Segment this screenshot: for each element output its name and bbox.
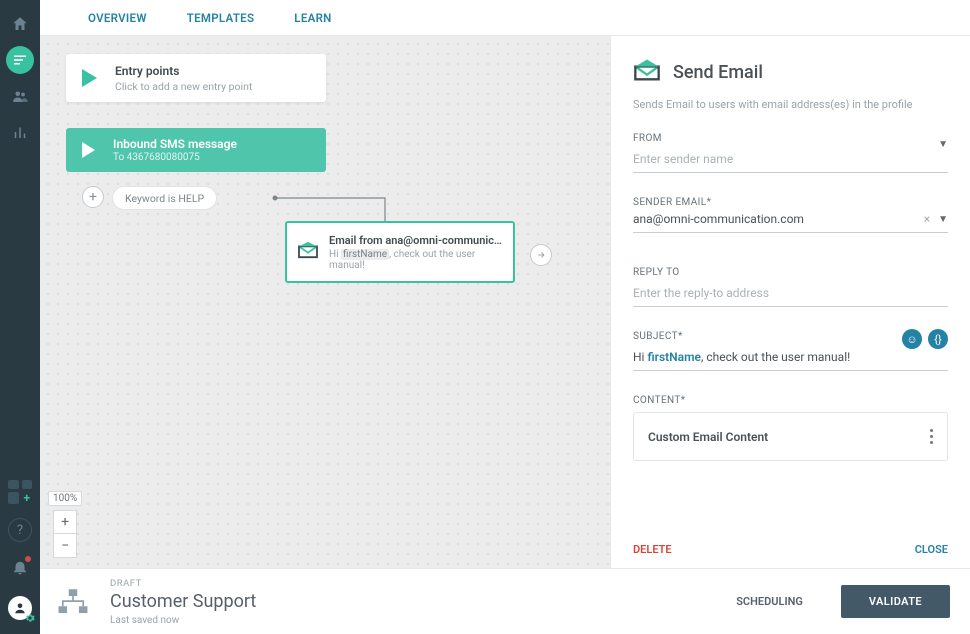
from-input[interactable] (633, 148, 948, 173)
tab-templates[interactable]: TEMPLATES (187, 11, 255, 25)
notifications-icon[interactable] (11, 558, 29, 580)
email-node-title: Email from ana@omni-communic… (329, 234, 503, 247)
zoom-percent: 100% (48, 491, 82, 506)
validate-button[interactable]: VALIDATE (841, 585, 950, 618)
apps-grid-icon[interactable]: + (8, 480, 32, 504)
nav-analytics-icon[interactable] (6, 118, 34, 146)
subject-input[interactable]: Hi firstName, check out the user manual! (633, 346, 948, 371)
sms-title: Inbound SMS message (113, 137, 237, 151)
tab-overview[interactable]: OVERVIEW (88, 11, 147, 25)
zoom-controls: 100% + − (48, 491, 82, 558)
sender-email-value: ana@omni-communication.com (633, 212, 916, 226)
status-draft: DRAFT (110, 578, 716, 589)
help-icon[interactable]: ? (8, 518, 32, 542)
entry-subtitle: Click to add a new entry point (115, 80, 252, 93)
chevron-down-icon[interactable]: ▼ (938, 214, 948, 225)
content-label: CONTENT* (633, 395, 948, 406)
inbound-sms-card[interactable]: Inbound SMS message To 4367680080075 (66, 128, 326, 172)
play-icon (82, 69, 97, 87)
footer-bar: DRAFT Customer Support Last saved now SC… (40, 568, 970, 634)
envelope-icon (633, 58, 661, 86)
flow-title[interactable]: Customer Support (110, 591, 716, 612)
add-branch-button[interactable]: + (82, 186, 104, 208)
panel-title: Send Email (673, 62, 763, 83)
clear-icon[interactable]: × (924, 212, 930, 226)
nav-home-icon[interactable] (6, 10, 34, 38)
last-saved: Last saved now (110, 615, 716, 626)
top-tabs: OVERVIEW TEMPLATES LEARN (40, 0, 970, 36)
email-node[interactable]: Email from ana@omni-communic… Hi firstNa… (285, 221, 515, 283)
nav-flow-icon[interactable] (6, 46, 34, 74)
sender-email-label: SENDER EMAIL* (633, 197, 948, 208)
envelope-icon (297, 241, 319, 263)
nav-people-icon[interactable] (6, 82, 34, 110)
reply-to-input[interactable] (633, 282, 948, 307)
tab-learn[interactable]: LEARN (294, 11, 331, 25)
delete-button[interactable]: DELETE (633, 543, 672, 556)
more-icon[interactable] (930, 429, 933, 444)
side-panel: Send Email Sends Email to users with ema… (610, 36, 970, 568)
zoom-out-button[interactable]: − (53, 534, 77, 558)
email-node-preview: Hi firstName, check out the user manual! (329, 249, 503, 271)
reply-to-label: REPLY TO (633, 267, 948, 278)
entry-point-card[interactable]: Entry points Click to add a new entry po… (66, 54, 326, 102)
flow-canvas[interactable]: Entry points Click to add a new entry po… (40, 36, 610, 568)
content-editor[interactable]: Custom Email Content (633, 412, 948, 461)
entry-title: Entry points (115, 64, 252, 78)
emoji-icon[interactable]: ☺ (902, 329, 922, 349)
scheduling-button[interactable]: SCHEDULING (736, 595, 803, 608)
placeholder-icon[interactable]: {} (928, 329, 948, 349)
chevron-down-icon[interactable]: ▼ (938, 139, 948, 150)
sms-subtitle: To 4367680080075 (113, 152, 237, 163)
nav-rail: + ? (0, 0, 40, 634)
panel-description: Sends Email to users with email address(… (633, 98, 948, 111)
next-step-button[interactable] (530, 244, 552, 266)
subject-label: SUBJECT* (633, 331, 948, 342)
from-label: FROM (633, 133, 948, 144)
play-icon (82, 142, 95, 158)
close-button[interactable]: CLOSE (915, 543, 948, 556)
keyword-chip[interactable]: Keyword is HELP (112, 186, 217, 210)
profile-avatar[interactable] (8, 596, 32, 620)
flow-tree-icon (56, 587, 90, 617)
zoom-in-button[interactable]: + (53, 510, 77, 534)
